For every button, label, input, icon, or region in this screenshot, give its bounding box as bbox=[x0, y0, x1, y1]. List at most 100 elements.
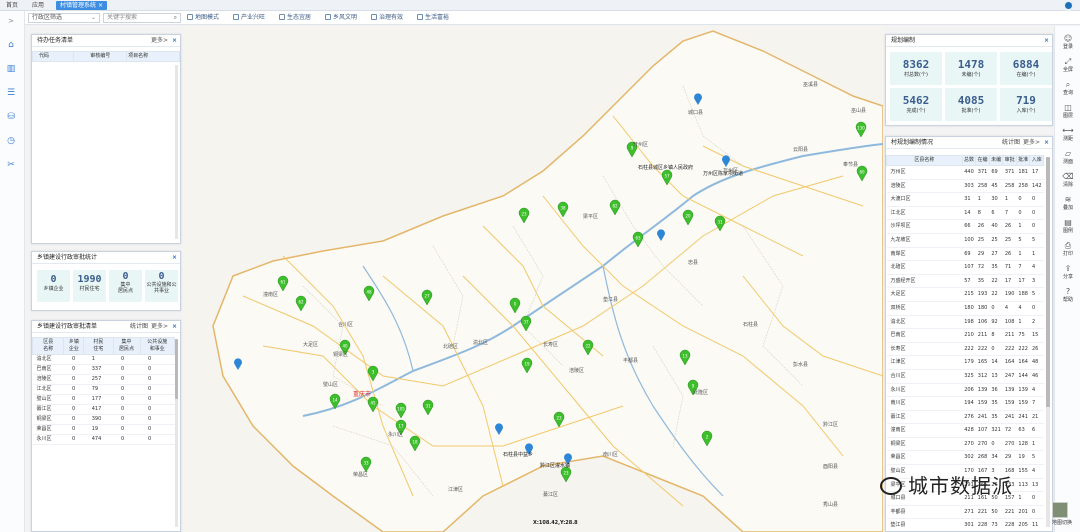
table-row[interactable]: 涪陵区 0 257 0 0 bbox=[32, 374, 175, 385]
close-icon[interactable]: × bbox=[172, 35, 177, 47]
table-row[interactable]: 涪陵区 303 258 45 258 258 142 bbox=[886, 179, 1044, 194]
legend-tool-button[interactable]: ▤ 图例 bbox=[1058, 218, 1078, 234]
close-icon[interactable]: × bbox=[1044, 35, 1049, 47]
table-row[interactable]: 永川区 0 474 0 0 bbox=[32, 434, 175, 445]
map-mode-button[interactable]: 地图模式 bbox=[187, 13, 219, 23]
plan-stats-header: 规划编制 × bbox=[886, 35, 1052, 47]
table-row[interactable]: 巴南区 0 337 0 0 bbox=[32, 364, 175, 375]
stat-chart-link[interactable]: 统计图 bbox=[130, 321, 148, 333]
district-more-link[interactable]: 更多> bbox=[151, 321, 168, 333]
place-label: 南川区 bbox=[603, 451, 618, 458]
table-cell: 4 bbox=[1029, 464, 1044, 479]
table-row[interactable]: 綦江区 0 417 0 0 bbox=[32, 404, 175, 415]
basemap-label[interactable]: 地图切换 bbox=[1052, 519, 1072, 526]
table-row[interactable]: 巴南区 210 211 8 211 75 15 bbox=[886, 328, 1044, 343]
table-row[interactable]: 江北区 0 79 0 0 bbox=[32, 384, 175, 395]
culture-label: 乡风文明 bbox=[333, 14, 358, 21]
table-row[interactable]: 大渡口区 31 1 30 1 0 0 bbox=[886, 192, 1044, 207]
database-icon[interactable]: ⛁ bbox=[5, 111, 17, 123]
chart-icon[interactable]: ▥ bbox=[5, 63, 17, 75]
stack-tool-button[interactable]: ≋ 叠加 bbox=[1058, 195, 1078, 211]
industry-button[interactable]: 产业兴旺 bbox=[233, 13, 265, 23]
avatar[interactable] bbox=[1063, 0, 1074, 11]
home-icon[interactable]: ⌂ bbox=[5, 39, 17, 51]
fullscreen-tool-button[interactable]: ⤢ 全屏 bbox=[1058, 57, 1078, 73]
close-icon[interactable]: × bbox=[1044, 137, 1049, 149]
stat-value: 8362 bbox=[902, 58, 930, 71]
search-input[interactable]: 关键字搜索 ⌕ bbox=[103, 13, 181, 23]
area-tool-button[interactable]: ▱ 测面 bbox=[1058, 149, 1078, 165]
table-row[interactable]: 璧山区 0 177 0 0 bbox=[32, 394, 175, 405]
help-tool-button[interactable]: ? 帮助 bbox=[1058, 287, 1078, 303]
search-tool-button[interactable]: ⌕ 查询 bbox=[1058, 80, 1078, 96]
table-cell: 79 bbox=[83, 384, 114, 395]
user-tool-button[interactable]: ☺ 登录 bbox=[1058, 34, 1078, 50]
governance-button[interactable]: 治理有效 bbox=[371, 13, 403, 23]
table-row[interactable]: 渝北区 0 1 0 0 bbox=[32, 354, 175, 365]
tools-icon[interactable]: ✂ bbox=[5, 159, 17, 171]
scrollbar-thumb[interactable] bbox=[175, 339, 178, 399]
scrollbar[interactable] bbox=[175, 65, 178, 239]
table-row[interactable]: 双桥区 180 180 0 4 4 0 bbox=[886, 301, 1044, 316]
tab-close-icon[interactable]: × bbox=[98, 2, 103, 9]
scrollbar-thumb[interactable] bbox=[1046, 157, 1050, 407]
measure-tool-button[interactable]: ⟷ 测距 bbox=[1058, 126, 1078, 142]
table-row[interactable]: 垫江县 301 228 73 228 205 11 bbox=[886, 518, 1044, 531]
marker-count: 2 bbox=[706, 435, 709, 440]
basemap-thumbnail[interactable] bbox=[1052, 502, 1068, 518]
tab-apps[interactable]: 应用 bbox=[28, 1, 48, 10]
close-icon[interactable]: × bbox=[172, 321, 177, 333]
tab-home[interactable]: 首页 bbox=[2, 1, 22, 10]
marker-count: 17 bbox=[398, 424, 404, 429]
table-row[interactable]: 江北区 14 8 6 7 0 0 bbox=[886, 206, 1044, 221]
marker-count: 60 bbox=[859, 170, 865, 175]
table-cell: 190 bbox=[1002, 287, 1017, 302]
culture-button[interactable]: 乡风文明 bbox=[325, 13, 357, 23]
village-more-link[interactable]: 更多> bbox=[1023, 137, 1040, 149]
list-icon[interactable]: ☰ bbox=[5, 87, 17, 99]
table-row[interactable]: 长寿区 222 222 0 222 222 26 bbox=[886, 342, 1044, 357]
scrollbar[interactable] bbox=[175, 339, 178, 527]
share-tool-button[interactable]: ⇪ 分享 bbox=[1058, 264, 1078, 280]
table-row[interactable]: 渝北区 198 106 92 108 1 2 bbox=[886, 315, 1044, 330]
table-row[interactable]: 丰都县 271 221 50 221 201 0 bbox=[886, 505, 1044, 520]
nav-toggle-icon[interactable]: > bbox=[5, 15, 17, 27]
table-row[interactable]: 万盛经开区 57 35 22 17 17 3 bbox=[886, 274, 1044, 289]
close-icon[interactable]: × bbox=[172, 252, 177, 264]
table-cell: 渝北区 bbox=[32, 354, 64, 365]
scrollbar[interactable] bbox=[1046, 157, 1050, 527]
table-row[interactable]: 沙坪坝区 66 26 40 26 1 0 bbox=[886, 219, 1044, 234]
pending-tasks-more-link[interactable]: 更多> bbox=[151, 35, 168, 47]
table-row[interactable]: 北碚区 107 72 35 71 7 4 bbox=[886, 260, 1044, 275]
region-select[interactable]: 行政区筛选 ⌄ bbox=[28, 13, 100, 23]
table-row[interactable]: 綦江区 276 241 35 241 241 21 bbox=[886, 410, 1044, 425]
table-row[interactable]: 荣昌区 302 268 34 29 19 5 bbox=[886, 450, 1044, 466]
clear-tool-button[interactable]: ⌫ 清除 bbox=[1058, 172, 1078, 188]
prosperity-button[interactable]: 生活富裕 bbox=[417, 13, 449, 23]
table-row[interactable]: 永川区 206 139 36 139 139 4 bbox=[886, 383, 1044, 398]
table-row[interactable]: 合川区 325 312 13 247 144 46 bbox=[886, 369, 1044, 384]
table-cell: 1 bbox=[1016, 315, 1030, 330]
ecology-button[interactable]: 生态宜居 bbox=[279, 13, 311, 23]
layers-tool-button[interactable]: ◫ 图层 bbox=[1058, 103, 1078, 119]
table-row[interactable]: 潼南区 428 107 321 72 63 6 bbox=[886, 423, 1044, 438]
table-row[interactable]: 南川区 194 159 35 159 159 7 bbox=[886, 396, 1044, 411]
table-row[interactable]: 南岸区 69 29 27 26 1 1 bbox=[886, 247, 1044, 262]
table-row[interactable]: 铜梁区 0 390 0 0 bbox=[32, 414, 175, 425]
table-row[interactable]: 铜梁区 270 270 0 270 128 1 bbox=[886, 437, 1044, 452]
table-row[interactable]: 江津区 179 165 14 164 164 48 bbox=[886, 355, 1044, 370]
map-canvas[interactable]: 9 57 23 38 82 130 60 20 31 63 19 61 62 48 40 0 37 27 3 17 22… bbox=[183, 26, 883, 532]
marker-count: 3 bbox=[372, 370, 375, 375]
tab-village-system[interactable]: 村镇管理系统 × bbox=[56, 1, 107, 10]
table-row[interactable]: 九龙坡区 100 25 25 25 5 5 bbox=[886, 233, 1044, 248]
map-marker[interactable]: 23 bbox=[560, 466, 572, 483]
table-row[interactable]: 荣昌区 0 19 0 0 bbox=[32, 424, 175, 435]
table-row[interactable]: 大足区 215 193 22 190 188 5 bbox=[886, 287, 1044, 302]
table-cell: 164 bbox=[1002, 355, 1017, 370]
table-row[interactable]: 万州区 440 371 69 371 181 17 bbox=[886, 165, 1044, 180]
stat-chart-link[interactable]: 统计图 bbox=[1002, 137, 1020, 149]
print-tool-button[interactable]: ⎙ 打印 bbox=[1058, 241, 1078, 257]
table-cell: 221 bbox=[1002, 505, 1017, 520]
table-cell: 13 bbox=[1029, 478, 1044, 493]
clock-icon[interactable]: ◷ bbox=[5, 135, 17, 147]
